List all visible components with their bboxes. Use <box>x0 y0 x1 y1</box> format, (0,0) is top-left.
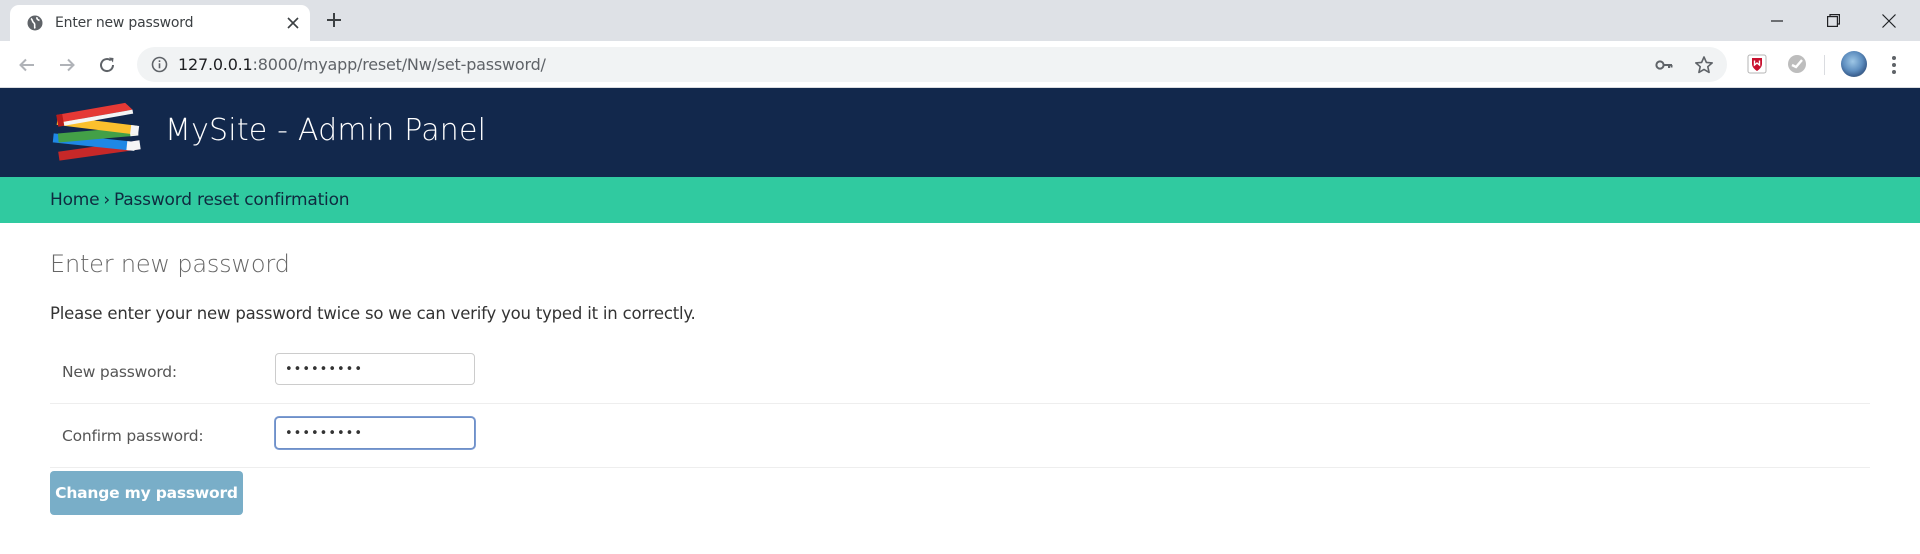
books-logo-icon <box>50 102 146 164</box>
key-icon[interactable] <box>1654 55 1674 75</box>
new-tab-icon[interactable] <box>324 10 344 30</box>
reload-icon[interactable] <box>96 54 118 76</box>
menu-dots-icon[interactable] <box>1886 53 1902 77</box>
new-password-row: New password: <box>50 340 1870 404</box>
breadcrumb-current: Password reset confirmation <box>114 190 350 210</box>
breadcrumb: Home › Password reset confirmation <box>0 177 1920 223</box>
extension-circle-icon[interactable] <box>1785 52 1809 76</box>
close-tab-icon[interactable] <box>285 15 301 31</box>
url-host: 127.0.0.1 <box>178 55 253 74</box>
url-text: 127.0.0.1:8000/myapp/reset/Nw/set-passwo… <box>178 55 546 74</box>
confirm-password-row: Confirm password: <box>50 404 1870 468</box>
close-window-icon[interactable] <box>1866 0 1912 41</box>
change-password-button[interactable]: Change my password <box>50 471 243 515</box>
extension-shield-icon[interactable] <box>1745 52 1769 76</box>
info-icon[interactable] <box>151 56 168 73</box>
minimize-icon[interactable] <box>1754 0 1800 41</box>
breadcrumb-separator: › <box>103 190 111 210</box>
page-title: Enter new password <box>50 250 290 278</box>
url-path: :8000/myapp/reset/Nw/set-password/ <box>252 55 546 74</box>
restore-icon[interactable] <box>1810 0 1856 41</box>
back-icon[interactable] <box>16 54 38 76</box>
browser-tab[interactable]: Enter new password <box>10 5 310 41</box>
browser-tabstrip: Enter new password <box>0 0 1920 41</box>
globe-icon <box>26 14 44 32</box>
intro-text: Please enter your new password twice so … <box>50 304 696 323</box>
confirm-password-label: Confirm password: <box>62 427 204 445</box>
tab-title: Enter new password <box>55 15 194 31</box>
new-password-label: New password: <box>62 363 177 381</box>
address-bar[interactable]: 127.0.0.1:8000/myapp/reset/Nw/set-passwo… <box>137 47 1727 82</box>
profile-avatar[interactable] <box>1841 51 1867 77</box>
site-header: MySite - Admin Panel <box>0 88 1920 177</box>
breadcrumb-home-link[interactable]: Home <box>50 190 100 210</box>
breadcrumb-trail: Home › Password reset confirmation <box>50 190 350 210</box>
forward-icon[interactable] <box>56 54 78 76</box>
new-password-field[interactable] <box>275 353 475 385</box>
browser-toolbar: 127.0.0.1:8000/myapp/reset/Nw/set-passwo… <box>0 41 1920 88</box>
site-title: MySite - Admin Panel <box>165 113 487 148</box>
confirm-password-field[interactable] <box>275 417 475 449</box>
toolbar-divider <box>1824 55 1825 75</box>
bookmark-star-icon[interactable] <box>1694 55 1714 75</box>
